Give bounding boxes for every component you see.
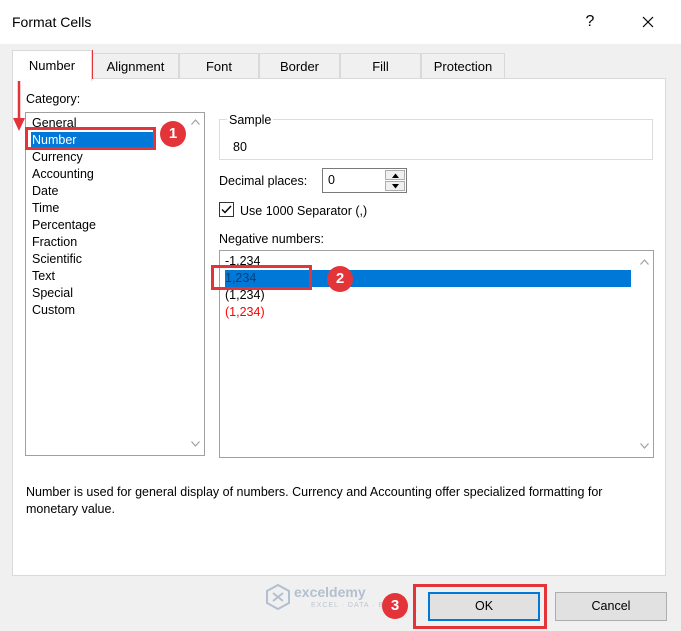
dialog-title: Format Cells (12, 14, 92, 30)
triangle-down-icon (392, 184, 399, 189)
negative-numbers-label: Negative numbers: (219, 232, 324, 246)
step-badge-1: 1 (160, 121, 186, 147)
close-icon (642, 16, 654, 28)
scroll-up-icon[interactable] (640, 259, 649, 265)
checkmark-icon (221, 205, 232, 214)
tab-border[interactable]: Border (259, 53, 340, 80)
sample-label: Sample (227, 113, 274, 127)
scroll-down-icon[interactable] (640, 443, 649, 449)
help-button[interactable]: ? (578, 10, 602, 34)
category-item-time[interactable]: Time (31, 200, 156, 217)
watermark-name: exceldemy (294, 584, 366, 600)
category-list[interactable]: General Number Currency Accounting Date … (25, 112, 205, 456)
exceldemy-logo-icon (266, 584, 290, 610)
category-item-fraction[interactable]: Fraction (31, 234, 156, 251)
category-label: Category: (26, 92, 81, 106)
arrow-down-icon (13, 80, 25, 131)
tab-fill[interactable]: Fill (340, 53, 421, 80)
highlight-negative-format (211, 265, 312, 290)
use-separator-label[interactable]: Use 1000 Separator (,) (240, 204, 367, 218)
tab-number[interactable]: Number (12, 50, 92, 81)
tab-protection[interactable]: Protection (421, 53, 505, 80)
category-item-text[interactable]: Text (31, 268, 156, 285)
tab-font[interactable]: Font (179, 53, 259, 80)
cancel-button[interactable]: Cancel (555, 592, 667, 621)
category-item-date[interactable]: Date (31, 183, 156, 200)
triangle-up-icon (392, 173, 399, 178)
category-description: Number is used for general display of nu… (26, 485, 603, 516)
step-badge-2: 2 (327, 266, 353, 292)
title-bar: Format Cells ? (0, 0, 681, 44)
decimal-places-label: Decimal places: (219, 174, 308, 188)
category-item-special[interactable]: Special (31, 285, 156, 302)
step-badge-3: 3 (382, 593, 408, 619)
scroll-down-icon[interactable] (191, 441, 200, 447)
watermark-tagline: EXCEL · DATA · BI (311, 602, 387, 609)
use-separator-checkbox[interactable] (219, 202, 234, 217)
category-item-currency[interactable]: Currency (31, 149, 156, 166)
scroll-up-icon[interactable] (191, 119, 200, 125)
tab-alignment[interactable]: Alignment (92, 53, 179, 80)
category-item-scientific[interactable]: Scientific (31, 251, 156, 268)
highlight-ok-button (413, 584, 547, 629)
close-button[interactable] (628, 8, 668, 36)
negative-item-parentheses-red[interactable]: (1,234) (225, 304, 631, 321)
highlight-number-category (25, 127, 156, 150)
tab-strip: Number Alignment Font Border Fill Protec… (12, 50, 672, 81)
sample-group (219, 119, 653, 160)
spin-up-button[interactable] (385, 170, 405, 180)
spin-down-button[interactable] (385, 181, 405, 191)
category-item-custom[interactable]: Custom (31, 302, 156, 319)
category-scrollbar[interactable] (187, 113, 204, 455)
negative-scrollbar[interactable] (636, 251, 653, 457)
sample-value: 80 (233, 140, 247, 154)
category-item-accounting[interactable]: Accounting (31, 166, 156, 183)
decimal-places-spinner[interactable] (385, 170, 405, 191)
category-item-percentage[interactable]: Percentage (31, 217, 156, 234)
